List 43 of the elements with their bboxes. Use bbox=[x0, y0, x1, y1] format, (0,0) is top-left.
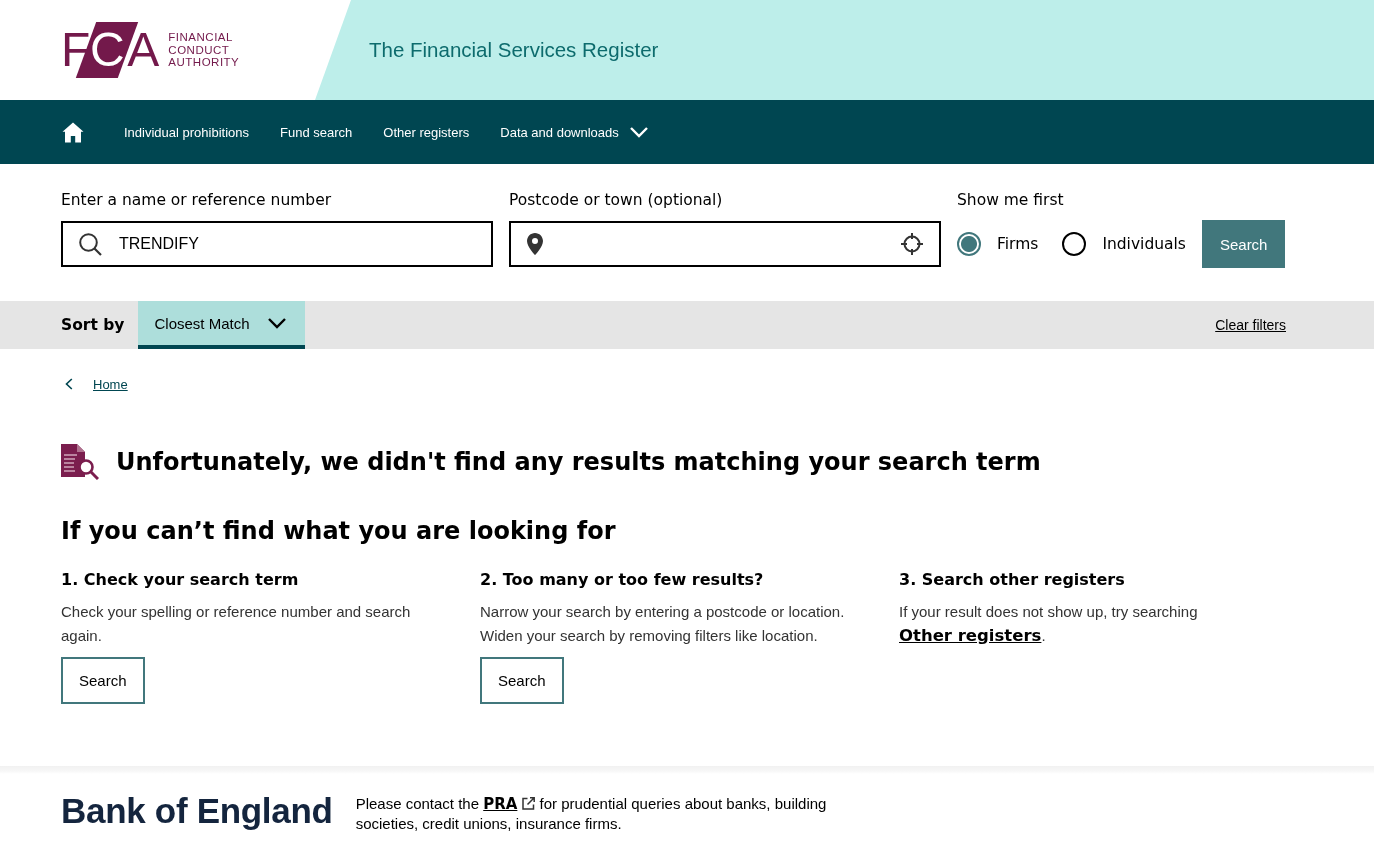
nav-link[interactable]: Other registers bbox=[383, 124, 470, 140]
sort-label: Sort by bbox=[61, 316, 125, 334]
name-search-field[interactable]: TRENDIFY bbox=[61, 221, 493, 267]
nav-dropdown[interactable]: Data and downloads bbox=[500, 124, 649, 140]
step-text: Narrow your search by entering a postcode or location. Widen your search by removing filters like location. bbox=[480, 602, 846, 646]
search-button[interactable]: Search bbox=[480, 657, 564, 704]
search-icon bbox=[79, 232, 102, 256]
site-title: The Financial Services Register bbox=[369, 38, 659, 62]
step-text: Check your spelling or reference number and search again. bbox=[61, 602, 412, 646]
step-text: If your result does not show up, try searching Other registers. bbox=[899, 602, 1199, 647]
footer-text: Please contact the PRA for prudential queries about banks, building societies, credit unions, insurance firms. bbox=[355, 793, 828, 834]
clear-filters-link[interactable]: Clear filters bbox=[1215, 317, 1286, 333]
document-search-icon bbox=[61, 444, 99, 480]
location-pin-icon bbox=[527, 233, 543, 255]
step-heading: 1. Check your search term bbox=[61, 570, 299, 590]
no-results-heading: Unfortunately, we didn't find any results matching your search term bbox=[116, 447, 1041, 478]
home-icon[interactable] bbox=[62, 121, 84, 143]
nav-link[interactable]: Fund search bbox=[280, 124, 353, 140]
radio-button[interactable] bbox=[1062, 232, 1087, 256]
chevron-down-icon bbox=[628, 126, 649, 138]
field-label: Show me first bbox=[957, 190, 1064, 210]
chevron-down-icon bbox=[266, 317, 287, 329]
search-button[interactable]: Search bbox=[61, 657, 145, 704]
field-label: Enter a name or reference number bbox=[61, 190, 332, 210]
registers-link[interactable]: Other registers bbox=[899, 626, 1042, 645]
crosshair-icon[interactable] bbox=[901, 233, 923, 255]
pra-link[interactable]: PRA bbox=[483, 794, 536, 812]
fca-logo-wordmark: FINANCIAL CONDUCT AUTHORITY bbox=[168, 31, 240, 69]
field-label: Postcode or town (optional) bbox=[509, 190, 723, 210]
step-heading: 3. Search other registers bbox=[899, 570, 1125, 590]
breadcrumb-link[interactable]: Home bbox=[93, 376, 128, 392]
radio-label[interactable]: Firms bbox=[997, 235, 1039, 253]
help-heading: If you can’t find what you are looking for bbox=[61, 516, 617, 547]
step-heading: 2. Too many or too few results? bbox=[480, 570, 764, 590]
external-link-icon bbox=[522, 796, 536, 810]
radio-label[interactable]: Individuals bbox=[1102, 235, 1186, 253]
chevron-left-icon bbox=[65, 378, 73, 390]
bank-of-england-logo: Bank of England bbox=[61, 790, 333, 831]
nav-link[interactable]: Individual prohibitions bbox=[124, 124, 250, 140]
location-field[interactable] bbox=[509, 221, 941, 267]
search-button[interactable]: Search bbox=[1201, 220, 1286, 268]
radio-button[interactable] bbox=[957, 232, 981, 256]
sort-dropdown[interactable]: Closest Match bbox=[138, 301, 305, 349]
